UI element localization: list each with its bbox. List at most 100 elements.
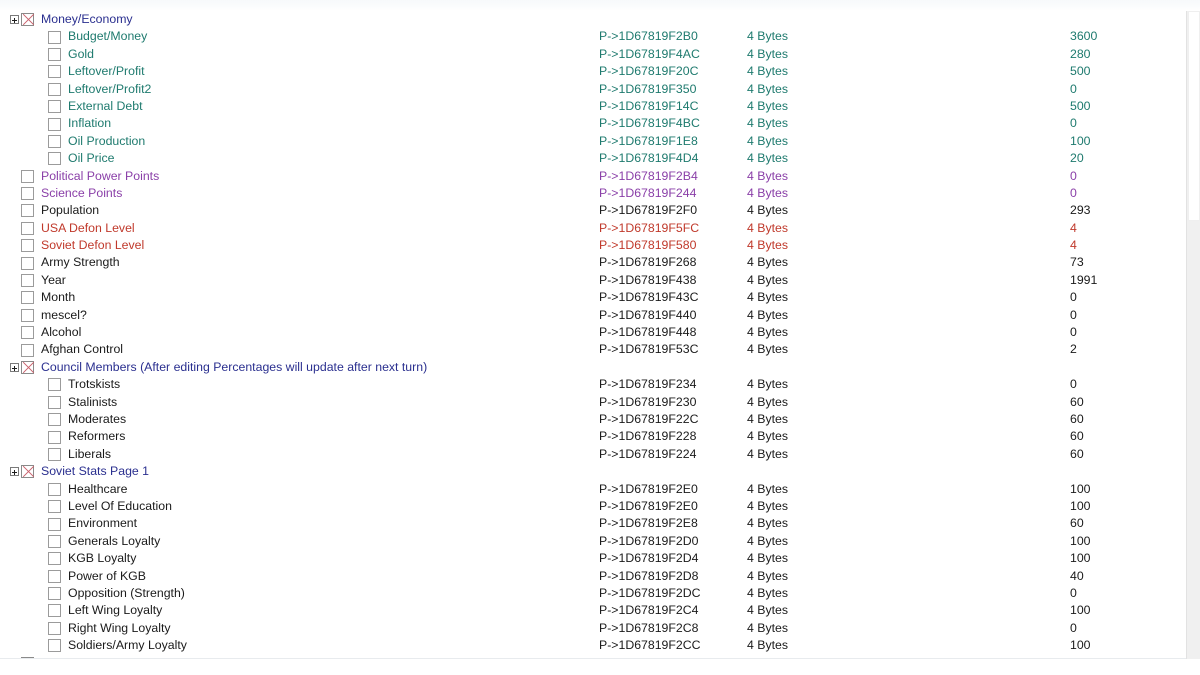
entry-checkbox-icon[interactable] bbox=[21, 239, 34, 253]
address-cell[interactable]: P->1D67819F448 bbox=[599, 324, 696, 341]
address-cell[interactable]: P->1D67819F2B4 bbox=[599, 168, 698, 185]
value-cell[interactable]: 0 bbox=[1070, 307, 1077, 324]
entry-checkbox-icon[interactable] bbox=[48, 430, 61, 444]
type-cell[interactable]: 4 Bytes bbox=[747, 98, 788, 115]
value-cell[interactable]: 0 bbox=[1070, 115, 1077, 132]
address-cell[interactable]: P->1D67819F4BC bbox=[599, 115, 700, 132]
table-row[interactable]: Gold P->1D67819F4AC 4 Bytes 280 bbox=[0, 46, 1186, 63]
vertical-scrollbar[interactable] bbox=[1186, 11, 1200, 659]
value-cell[interactable]: 0 bbox=[1070, 81, 1077, 98]
value-cell[interactable]: 280 bbox=[1070, 46, 1091, 63]
entry-checkbox-icon[interactable] bbox=[48, 569, 61, 583]
address-cell[interactable]: P->1D67819F43C bbox=[599, 289, 698, 306]
address-cell[interactable]: P->1D67819F4AC bbox=[599, 46, 700, 63]
entry-checkbox-icon[interactable] bbox=[48, 517, 61, 531]
value-cell[interactable]: 3600 bbox=[1070, 28, 1097, 45]
type-cell[interactable]: 4 Bytes bbox=[747, 585, 788, 602]
type-cell[interactable]: 4 Bytes bbox=[747, 341, 788, 358]
value-cell[interactable]: 4 bbox=[1070, 237, 1077, 254]
entry-checkbox-icon[interactable] bbox=[48, 47, 61, 61]
type-cell[interactable]: 4 Bytes bbox=[747, 394, 788, 411]
type-cell[interactable]: 4 Bytes bbox=[747, 533, 788, 550]
expand-plus-icon[interactable] bbox=[10, 15, 19, 25]
address-cell[interactable]: P->1D67819F2B0 bbox=[599, 28, 698, 45]
type-cell[interactable]: 4 Bytes bbox=[747, 28, 788, 45]
type-cell[interactable]: 4 Bytes bbox=[747, 498, 788, 515]
entry-checkbox-icon[interactable] bbox=[48, 552, 61, 566]
value-cell[interactable]: 100 bbox=[1070, 602, 1091, 619]
address-cell[interactable]: P->1D67819F2C4 bbox=[599, 602, 698, 619]
table-row[interactable]: External Debt P->1D67819F14C 4 Bytes 500 bbox=[0, 98, 1186, 115]
scrollbar-thumb[interactable] bbox=[1188, 11, 1200, 221]
value-cell[interactable]: 20 bbox=[1070, 150, 1084, 167]
table-row[interactable]: Population P->1D67819F2F0 4 Bytes 293 bbox=[0, 202, 1186, 219]
table-row[interactable]: Left Wing Loyalty P->1D67819F2C4 4 Bytes 10… bbox=[0, 602, 1186, 619]
table-row[interactable]: USA Defon Level P->1D67819F5FC 4 Bytes 4 bbox=[0, 220, 1186, 237]
entry-checkbox-icon[interactable] bbox=[48, 447, 61, 461]
table-row[interactable]: Afghan Control P->1D67819F53C 4 Bytes 2 bbox=[0, 341, 1186, 358]
address-cell[interactable]: P->1D67819F14C bbox=[599, 98, 698, 115]
address-cell[interactable]: P->1D67819F2D8 bbox=[599, 568, 698, 585]
address-cell[interactable]: P->1D67819F5FC bbox=[599, 220, 699, 237]
entry-checkbox-icon[interactable] bbox=[48, 117, 61, 131]
type-cell[interactable]: 4 Bytes bbox=[747, 168, 788, 185]
type-cell[interactable]: 4 Bytes bbox=[747, 637, 788, 654]
table-row[interactable]: mescel? P->1D67819F440 4 Bytes 0 bbox=[0, 307, 1186, 324]
entry-checkbox-icon[interactable] bbox=[48, 65, 61, 79]
entry-checkbox-icon[interactable] bbox=[48, 100, 61, 114]
entry-checkbox-icon[interactable] bbox=[21, 291, 34, 305]
entry-checkbox-icon[interactable] bbox=[48, 378, 61, 392]
table-row[interactable]: Stalinists P->1D67819F230 4 Bytes 60 bbox=[0, 394, 1186, 411]
value-cell[interactable]: 0 bbox=[1070, 376, 1077, 393]
address-cell[interactable]: P->1D67819F2E0 bbox=[599, 481, 698, 498]
entry-checkbox-icon[interactable] bbox=[48, 534, 61, 548]
value-cell[interactable]: 0 bbox=[1070, 620, 1077, 637]
entry-checkbox-icon[interactable] bbox=[21, 326, 34, 340]
entry-checkbox-icon[interactable] bbox=[48, 482, 61, 496]
entry-checkbox-icon[interactable] bbox=[48, 152, 61, 166]
address-cell[interactable]: P->1D67819F2C8 bbox=[599, 620, 698, 637]
entry-checkbox-icon[interactable] bbox=[48, 621, 61, 635]
value-cell[interactable]: 2 bbox=[1070, 341, 1077, 358]
type-cell[interactable]: 4 Bytes bbox=[747, 202, 788, 219]
value-cell[interactable]: 1991 bbox=[1070, 272, 1097, 289]
type-cell[interactable]: 4 Bytes bbox=[747, 46, 788, 63]
expand-plus-icon[interactable] bbox=[10, 363, 19, 372]
address-cell[interactable]: P->1D67819F268 bbox=[599, 254, 696, 271]
group-checkbox-icon[interactable] bbox=[21, 465, 35, 479]
value-cell[interactable]: 100 bbox=[1070, 533, 1091, 550]
type-cell[interactable]: 4 Bytes bbox=[747, 568, 788, 585]
value-cell[interactable]: 60 bbox=[1070, 515, 1084, 532]
address-cell[interactable]: P->1D67819F22C bbox=[599, 411, 698, 428]
table-row[interactable]: Year P->1D67819F438 4 Bytes 1991 bbox=[0, 272, 1186, 289]
value-cell[interactable]: 100 bbox=[1070, 133, 1091, 150]
entry-checkbox-icon[interactable] bbox=[48, 587, 61, 601]
table-row[interactable]: Inflation P->1D67819F4BC 4 Bytes 0 bbox=[0, 115, 1186, 132]
address-cell[interactable]: P->1D67819F53C bbox=[599, 341, 698, 358]
address-cell[interactable]: P->1D67819F244 bbox=[599, 185, 696, 202]
value-cell[interactable]: 500 bbox=[1070, 63, 1091, 80]
table-row[interactable]: Moderates P->1D67819F22C 4 Bytes 60 bbox=[0, 411, 1186, 428]
address-cell[interactable]: P->1D67819F230 bbox=[599, 394, 696, 411]
entry-checkbox-icon[interactable] bbox=[21, 169, 34, 183]
type-cell[interactable]: 4 Bytes bbox=[747, 620, 788, 637]
type-cell[interactable]: 4 Bytes bbox=[747, 115, 788, 132]
table-row[interactable]: Political Power Points P->1D67819F2B4 4 By… bbox=[0, 168, 1186, 185]
table-row[interactable]: KGB Loyalty P->1D67819F2D4 4 Bytes 100 bbox=[0, 550, 1186, 567]
table-row[interactable]: Budget/Money P->1D67819F2B0 4 Bytes 3600 bbox=[0, 28, 1186, 45]
table-row[interactable]: Leftover/Profit P->1D67819F20C 4 Bytes 500 bbox=[0, 63, 1186, 80]
type-cell[interactable]: 4 Bytes bbox=[747, 515, 788, 532]
type-cell[interactable]: 4 Bytes bbox=[747, 272, 788, 289]
type-cell[interactable]: 4 Bytes bbox=[747, 481, 788, 498]
address-cell[interactable]: P->1D67819F440 bbox=[599, 307, 696, 324]
table-row[interactable]: Opposition (Strength) P->1D67819F2DC 4 Byt… bbox=[0, 585, 1186, 602]
entry-checkbox-icon[interactable] bbox=[48, 82, 61, 96]
type-cell[interactable]: 4 Bytes bbox=[747, 550, 788, 567]
address-cell[interactable]: P->1D67819F350 bbox=[599, 81, 696, 98]
table-row[interactable]: Soviet Defon Level P->1D67819F580 4 Bytes 4 bbox=[0, 237, 1186, 254]
type-cell[interactable]: 4 Bytes bbox=[747, 81, 788, 98]
table-row[interactable]: Power of KGB P->1D67819F2D8 4 Bytes 40 bbox=[0, 568, 1186, 585]
value-cell[interactable]: 0 bbox=[1070, 289, 1077, 306]
address-cell[interactable]: P->1D67819F2F0 bbox=[599, 202, 697, 219]
entry-checkbox-icon[interactable] bbox=[48, 395, 61, 409]
